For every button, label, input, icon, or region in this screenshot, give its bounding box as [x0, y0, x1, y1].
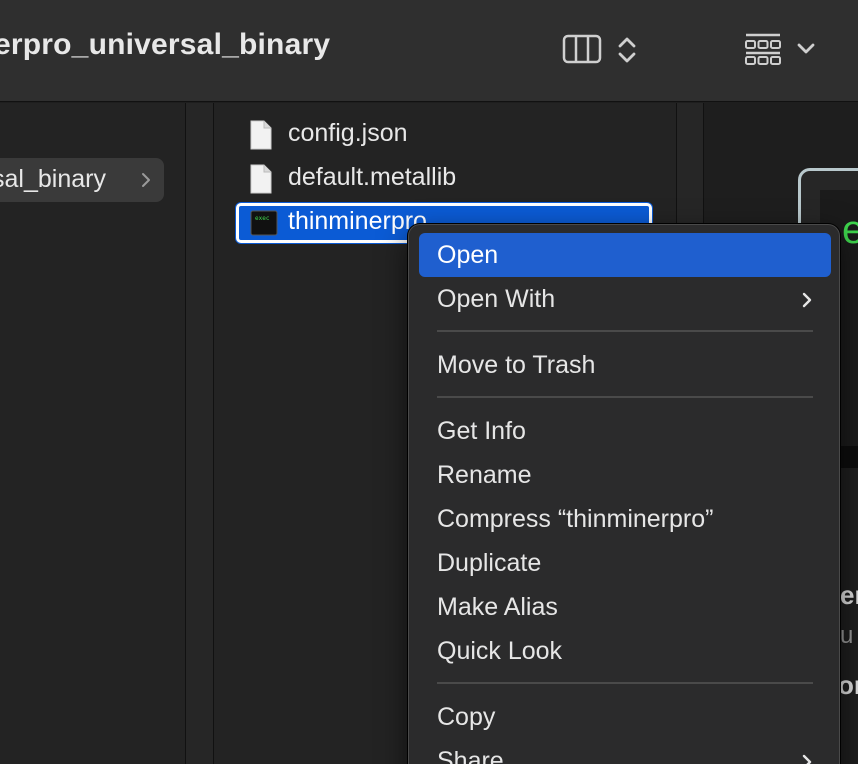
folder-label: sal_binary: [0, 165, 106, 193]
menu-item-copy[interactable]: Copy: [419, 695, 831, 739]
menu-item-label: Open With: [437, 285, 556, 313]
preview-subtitle: u: [840, 622, 854, 649]
preview-shadow: [838, 446, 858, 468]
document-icon: [250, 164, 272, 194]
column-resize-handle[interactable]: [185, 103, 214, 764]
folder-row[interactable]: sal_binary: [0, 158, 164, 202]
menu-separator: [437, 330, 813, 332]
file-row-metallib[interactable]: default.metallib: [236, 159, 652, 199]
finder-toolbar: erpro_universal_binary: [0, 0, 858, 102]
menu-item-label: Share: [437, 747, 504, 764]
menu-item-quick-look[interactable]: Quick Look: [419, 629, 831, 673]
menu-item-duplicate[interactable]: Duplicate: [419, 541, 831, 585]
menu-item-compress[interactable]: Compress “thinminerpro”: [419, 497, 831, 541]
menu-item-move-to-trash[interactable]: Move to Trash: [419, 343, 831, 387]
preview-title: er: [840, 580, 858, 610]
menu-item-get-info[interactable]: Get Info: [419, 409, 831, 453]
menu-separator: [437, 682, 813, 684]
menu-item-share[interactable]: Share: [419, 739, 831, 764]
file-name: thinminerpro: [288, 207, 427, 235]
menu-item-open[interactable]: Open: [419, 233, 831, 277]
view-options-chevron-icon[interactable]: [616, 34, 638, 66]
menu-item-label: Duplicate: [437, 549, 542, 577]
menu-item-label: Make Alias: [437, 593, 558, 621]
preview-info-heading: or: [838, 670, 858, 700]
menu-item-label: Get Info: [437, 417, 526, 445]
window-title: erpro_universal_binary: [0, 28, 331, 61]
context-menu: Open Open With Move to Trash Get Info Re…: [408, 224, 840, 764]
menu-item-rename[interactable]: Rename: [419, 453, 831, 497]
file-row-config[interactable]: config.json: [236, 115, 652, 155]
chevron-right-icon: [802, 292, 812, 308]
chevron-right-icon: [142, 173, 150, 187]
terminal-exec-icon: exec: [250, 210, 278, 236]
chevron-down-icon[interactable]: [796, 42, 816, 56]
svg-text:exec: exec: [255, 215, 270, 222]
menu-item-label: Quick Look: [437, 637, 563, 665]
menu-item-make-alias[interactable]: Make Alias: [419, 585, 831, 629]
file-name: config.json: [288, 119, 408, 147]
group-by-icon[interactable]: [744, 32, 782, 66]
menu-separator: [437, 396, 813, 398]
menu-item-label: Rename: [437, 461, 532, 489]
menu-item-open-with[interactable]: Open With: [419, 277, 831, 321]
file-name: default.metallib: [288, 163, 457, 191]
menu-item-label: Compress “thinminerpro”: [437, 505, 714, 533]
menu-item-label: Move to Trash: [437, 351, 596, 379]
preview-glyph: e: [842, 208, 858, 252]
menu-item-label: Copy: [437, 703, 496, 731]
document-icon: [250, 120, 272, 150]
column-view-icon[interactable]: [562, 34, 602, 64]
menu-item-label: Open: [437, 241, 499, 269]
column-parent: [0, 103, 185, 764]
chevron-right-icon: [802, 754, 812, 764]
